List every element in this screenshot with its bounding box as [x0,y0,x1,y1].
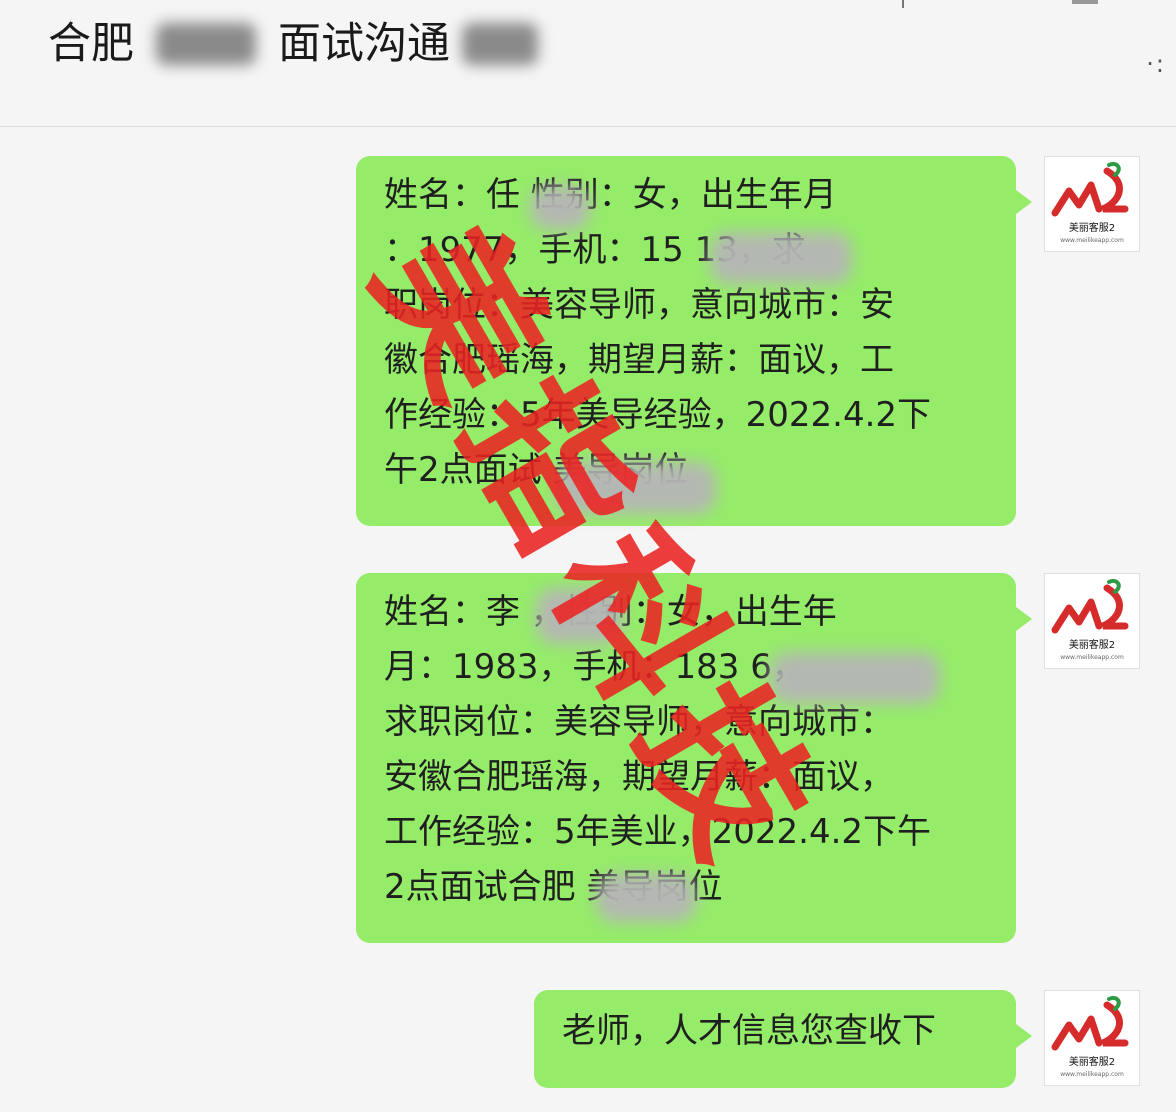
privacy-mask [530,186,590,230]
chat-title: 合肥 面试沟通 [48,18,538,70]
avatar-brand-text: 美丽客服2 [1069,1055,1115,1068]
chat-title-part2: 面试沟通 [278,19,450,69]
avatar-brand-text: 美丽客服2 [1069,638,1115,651]
more-options-icon[interactable]: ·: [1146,50,1166,78]
chat-header: 合肥 面试沟通 ·: [0,0,1176,127]
window-control-mark [902,0,904,8]
message-text: 老师，人才信息您查收下 [562,1011,936,1051]
avatar-url-text: www.meilikeapp.com [1060,654,1124,661]
avatar[interactable]: 美丽客服2 www.meilikeapp.com [1044,156,1140,252]
window-control-mark [1072,0,1098,4]
brand-logo-icon: 美丽客服2 www.meilikeapp.com [1051,996,1129,1078]
avatar-url-text: www.meilikeapp.com [1060,1071,1124,1078]
avatar[interactable]: 美丽客服2 www.meilikeapp.com [1044,573,1140,669]
avatar-brand-text: 美丽客服2 [1069,221,1115,234]
redacted-title-segment [462,23,538,65]
privacy-mask [710,232,852,284]
avatar-url-text: www.meilikeapp.com [1060,237,1124,244]
redacted-title-segment [156,23,256,65]
brand-logo-icon: 美丽客服2 www.meilikeapp.com [1051,162,1129,244]
chat-title-part1: 合肥 [48,19,134,69]
avatar[interactable]: 美丽客服2 www.meilikeapp.com [1044,990,1140,1086]
privacy-mask [770,652,940,704]
message-bubble[interactable]: 老师，人才信息您查收下 [534,990,1032,1088]
brand-logo-icon: 美丽客服2 www.meilikeapp.com [1051,579,1129,661]
